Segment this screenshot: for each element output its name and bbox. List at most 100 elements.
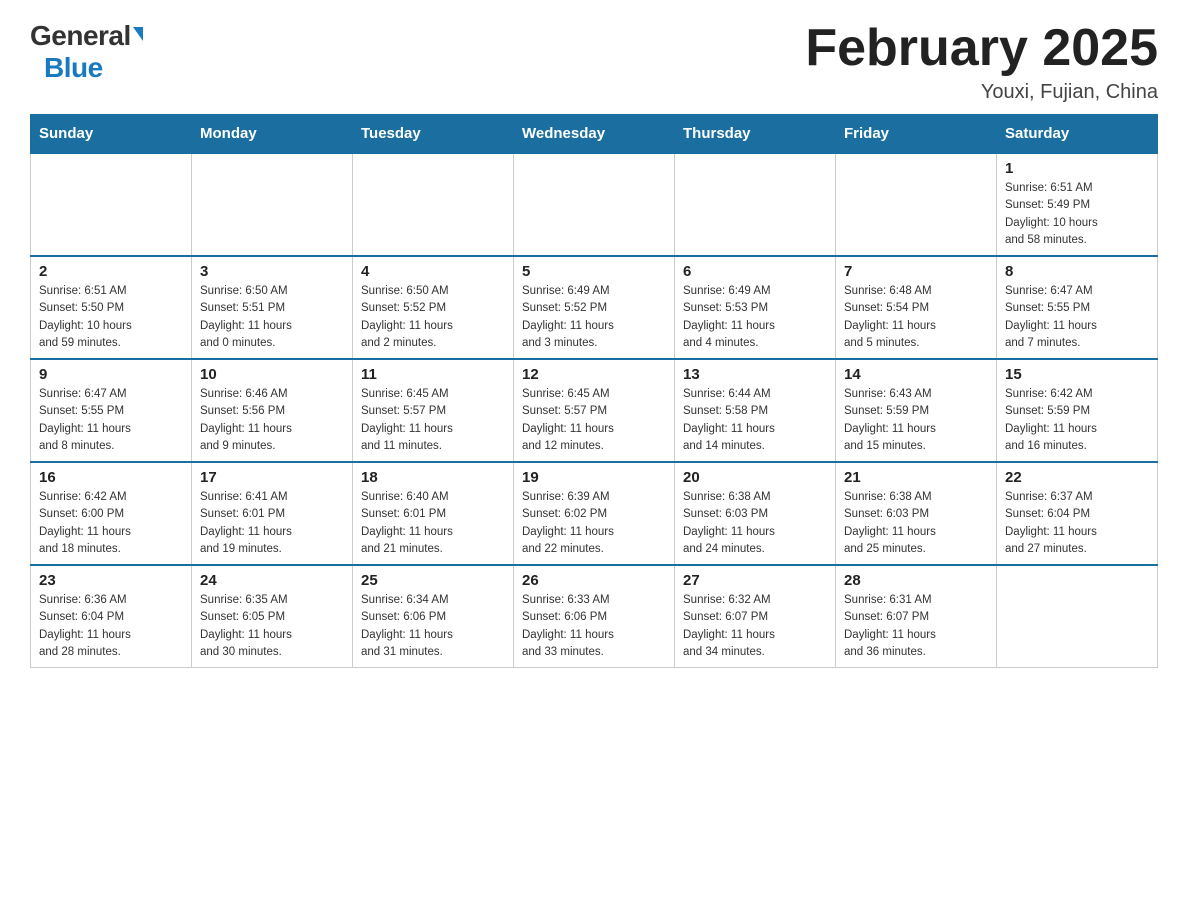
day-number: 9: [39, 366, 183, 383]
page-header: General Blue February 2025 Youxi, Fujian…: [30, 20, 1158, 104]
calendar-week-row: 2 Sunrise: 6:51 AMSunset: 5:50 PMDaylight…: [31, 256, 1158, 359]
calendar-day-cell: 13 Sunrise: 6:44 AMSunset: 5:58 PMDayligh…: [675, 359, 836, 462]
calendar-day-cell: [31, 153, 192, 256]
calendar-day-cell: 5 Sunrise: 6:49 AMSunset: 5:52 PMDaylight…: [514, 256, 675, 359]
day-info: Sunrise: 6:38 AMSunset: 6:03 PMDaylight:…: [844, 489, 988, 558]
day-number: 19: [522, 469, 666, 486]
calendar-header-row: SundayMondayTuesdayWednesdayThursdayFrid…: [31, 115, 1158, 154]
calendar-day-cell: 4 Sunrise: 6:50 AMSunset: 5:52 PMDaylight…: [353, 256, 514, 359]
calendar-day-cell: [675, 153, 836, 256]
day-number: 3: [200, 263, 344, 280]
calendar-day-cell: 16 Sunrise: 6:42 AMSunset: 6:00 PMDayligh…: [31, 462, 192, 565]
day-number: 17: [200, 469, 344, 486]
day-info: Sunrise: 6:43 AMSunset: 5:59 PMDaylight:…: [844, 386, 988, 455]
day-number: 14: [844, 366, 988, 383]
day-info: Sunrise: 6:35 AMSunset: 6:05 PMDaylight:…: [200, 592, 344, 661]
day-info: Sunrise: 6:48 AMSunset: 5:54 PMDaylight:…: [844, 283, 988, 352]
day-info: Sunrise: 6:45 AMSunset: 5:57 PMDaylight:…: [522, 386, 666, 455]
day-number: 20: [683, 469, 827, 486]
day-number: 25: [361, 572, 505, 589]
calendar-day-cell: 3 Sunrise: 6:50 AMSunset: 5:51 PMDaylight…: [192, 256, 353, 359]
calendar-day-cell: 8 Sunrise: 6:47 AMSunset: 5:55 PMDaylight…: [997, 256, 1158, 359]
calendar-day-cell: 2 Sunrise: 6:51 AMSunset: 5:50 PMDaylight…: [31, 256, 192, 359]
day-number: 16: [39, 469, 183, 486]
day-number: 23: [39, 572, 183, 589]
day-info: Sunrise: 6:40 AMSunset: 6:01 PMDaylight:…: [361, 489, 505, 558]
calendar-location: Youxi, Fujian, China: [805, 81, 1158, 104]
calendar-day-cell: [997, 565, 1158, 668]
day-info: Sunrise: 6:42 AMSunset: 6:00 PMDaylight:…: [39, 489, 183, 558]
day-info: Sunrise: 6:51 AMSunset: 5:50 PMDaylight:…: [39, 283, 183, 352]
calendar-day-cell: 20Sunrise: 6:38 AMSunset: 6:03 PMDayligh…: [675, 462, 836, 565]
day-info: Sunrise: 6:34 AMSunset: 6:06 PMDaylight:…: [361, 592, 505, 661]
day-number: 21: [844, 469, 988, 486]
day-number: 15: [1005, 366, 1149, 383]
day-number: 8: [1005, 263, 1149, 280]
calendar-day-cell: 23Sunrise: 6:36 AMSunset: 6:04 PMDayligh…: [31, 565, 192, 668]
calendar-title: February 2025: [805, 20, 1158, 77]
day-number: 22: [1005, 469, 1149, 486]
day-number: 5: [522, 263, 666, 280]
calendar-header-friday: Friday: [836, 115, 997, 154]
day-info: Sunrise: 6:33 AMSunset: 6:06 PMDaylight:…: [522, 592, 666, 661]
day-info: Sunrise: 6:37 AMSunset: 6:04 PMDaylight:…: [1005, 489, 1149, 558]
day-info: Sunrise: 6:49 AMSunset: 5:52 PMDaylight:…: [522, 283, 666, 352]
day-number: 18: [361, 469, 505, 486]
logo-triangle-icon: [133, 27, 143, 41]
day-info: Sunrise: 6:44 AMSunset: 5:58 PMDaylight:…: [683, 386, 827, 455]
calendar-day-cell: 28 Sunrise: 6:31 AMSunset: 6:07 PMDayligh…: [836, 565, 997, 668]
day-number: 1: [1005, 160, 1149, 177]
calendar-week-row: 1 Sunrise: 6:51 AMSunset: 5:49 PMDaylight…: [31, 153, 1158, 256]
calendar-day-cell: 25 Sunrise: 6:34 AMSunset: 6:06 PMDayligh…: [353, 565, 514, 668]
calendar-day-cell: 17 Sunrise: 6:41 AMSunset: 6:01 PMDayligh…: [192, 462, 353, 565]
calendar-day-cell: 9 Sunrise: 6:47 AMSunset: 5:55 PMDaylight…: [31, 359, 192, 462]
calendar-day-cell: 19 Sunrise: 6:39 AMSunset: 6:02 PMDayligh…: [514, 462, 675, 565]
calendar-header-sunday: Sunday: [31, 115, 192, 154]
calendar-day-cell: 15 Sunrise: 6:42 AMSunset: 5:59 PMDayligh…: [997, 359, 1158, 462]
calendar-day-cell: 22 Sunrise: 6:37 AMSunset: 6:04 PMDayligh…: [997, 462, 1158, 565]
day-number: 11: [361, 366, 505, 383]
day-number: 2: [39, 263, 183, 280]
day-info: Sunrise: 6:39 AMSunset: 6:02 PMDaylight:…: [522, 489, 666, 558]
calendar-table: SundayMondayTuesdayWednesdayThursdayFrid…: [30, 114, 1158, 668]
day-info: Sunrise: 6:47 AMSunset: 5:55 PMDaylight:…: [39, 386, 183, 455]
day-number: 26: [522, 572, 666, 589]
calendar-day-cell: 10Sunrise: 6:46 AMSunset: 5:56 PMDayligh…: [192, 359, 353, 462]
day-info: Sunrise: 6:51 AMSunset: 5:49 PMDaylight:…: [1005, 180, 1149, 249]
calendar-day-cell: [353, 153, 514, 256]
calendar-week-row: 9 Sunrise: 6:47 AMSunset: 5:55 PMDaylight…: [31, 359, 1158, 462]
logo-blue-text: Blue: [44, 52, 103, 84]
day-number: 13: [683, 366, 827, 383]
day-info: Sunrise: 6:49 AMSunset: 5:53 PMDaylight:…: [683, 283, 827, 352]
day-number: 27: [683, 572, 827, 589]
calendar-day-cell: [192, 153, 353, 256]
calendar-day-cell: [514, 153, 675, 256]
day-number: 7: [844, 263, 988, 280]
calendar-day-cell: 14 Sunrise: 6:43 AMSunset: 5:59 PMDayligh…: [836, 359, 997, 462]
day-info: Sunrise: 6:32 AMSunset: 6:07 PMDaylight:…: [683, 592, 827, 661]
calendar-day-cell: 27 Sunrise: 6:32 AMSunset: 6:07 PMDayligh…: [675, 565, 836, 668]
calendar-header-tuesday: Tuesday: [353, 115, 514, 154]
calendar-day-cell: 18 Sunrise: 6:40 AMSunset: 6:01 PMDayligh…: [353, 462, 514, 565]
day-number: 24: [200, 572, 344, 589]
calendar-header-monday: Monday: [192, 115, 353, 154]
day-info: Sunrise: 6:31 AMSunset: 6:07 PMDaylight:…: [844, 592, 988, 661]
day-number: 10: [200, 366, 344, 383]
day-number: 28: [844, 572, 988, 589]
day-info: Sunrise: 6:47 AMSunset: 5:55 PMDaylight:…: [1005, 283, 1149, 352]
calendar-day-cell: 21 Sunrise: 6:38 AMSunset: 6:03 PMDayligh…: [836, 462, 997, 565]
calendar-header-thursday: Thursday: [675, 115, 836, 154]
calendar-header-saturday: Saturday: [997, 115, 1158, 154]
day-info: Sunrise: 6:41 AMSunset: 6:01 PMDaylight:…: [200, 489, 344, 558]
calendar-week-row: 23Sunrise: 6:36 AMSunset: 6:04 PMDayligh…: [31, 565, 1158, 668]
day-info: Sunrise: 6:50 AMSunset: 5:51 PMDaylight:…: [200, 283, 344, 352]
calendar-week-row: 16 Sunrise: 6:42 AMSunset: 6:00 PMDayligh…: [31, 462, 1158, 565]
day-info: Sunrise: 6:42 AMSunset: 5:59 PMDaylight:…: [1005, 386, 1149, 455]
calendar-day-cell: 11 Sunrise: 6:45 AMSunset: 5:57 PMDayligh…: [353, 359, 514, 462]
calendar-day-cell: [836, 153, 997, 256]
calendar-day-cell: 12Sunrise: 6:45 AMSunset: 5:57 PMDayligh…: [514, 359, 675, 462]
day-number: 4: [361, 263, 505, 280]
day-info: Sunrise: 6:45 AMSunset: 5:57 PMDaylight:…: [361, 386, 505, 455]
calendar-header-wednesday: Wednesday: [514, 115, 675, 154]
day-info: Sunrise: 6:50 AMSunset: 5:52 PMDaylight:…: [361, 283, 505, 352]
